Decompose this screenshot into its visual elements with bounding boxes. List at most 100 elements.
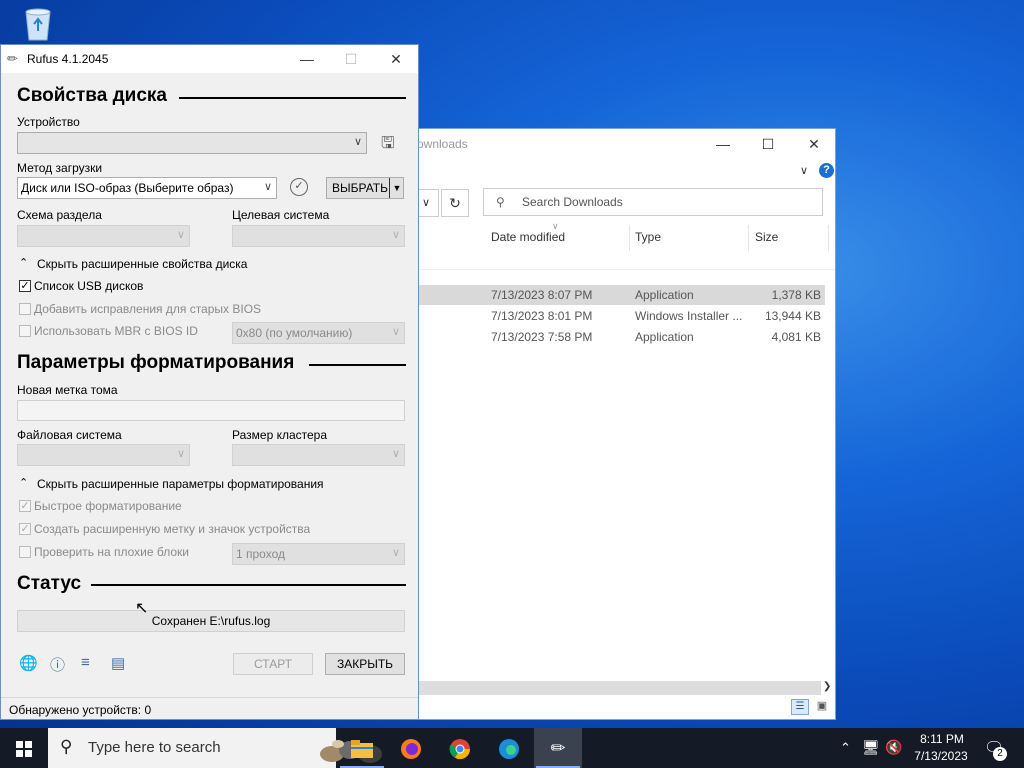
minimize-icon[interactable]: — [709, 130, 737, 158]
partition-scheme-dropdown[interactable]: ∨ [17, 225, 190, 247]
target-system-label: Целевая система [232, 208, 330, 222]
taskbar-search-box[interactable]: ⚲ Type here to search [48, 728, 382, 768]
notification-count-badge: 2 [993, 747, 1007, 761]
taskbar: ⚲ Type here to search ✏ ⌃ 🖥 🔇 8:11 PM 7/… [0, 728, 1024, 768]
close-button-label: ЗАКРЫТЬ [336, 657, 394, 671]
minimize-icon[interactable]: — [293, 45, 321, 73]
scroll-right-icon[interactable]: ❯ [823, 681, 831, 692]
header-divider [409, 269, 835, 270]
select-dropdown-icon[interactable]: ▼ [389, 178, 404, 198]
extended-label-checkbox[interactable]: ✓ [19, 523, 31, 535]
usb-drive-icon: ✏ [7, 51, 18, 66]
list-usb-label: Список USB дисков [34, 279, 144, 293]
refresh-icon[interactable]: ↻ [441, 189, 469, 217]
rufus-taskbar-icon[interactable]: ✏ [534, 728, 582, 768]
search-icon: ⚲ [60, 737, 73, 756]
recycle-bin-icon[interactable] [20, 6, 56, 42]
edge-icon[interactable] [485, 728, 533, 768]
column-date-modified[interactable]: Date modified [491, 230, 565, 244]
file-explorer-window[interactable]: ownloads — ☐ ✕ ∨ ? ∨ ↻ ⚲ Search Download… [408, 128, 836, 720]
use-mbr-label: Использовать MBR с BIOS ID [34, 324, 198, 338]
close-icon[interactable]: ✕ [800, 130, 828, 158]
details-view-icon[interactable]: ☰ [791, 699, 809, 715]
boot-selection-dropdown[interactable]: Диск или ISO-образ (Выберите образ) ∨ [17, 177, 277, 199]
chevron-down-icon: ∨ [176, 448, 185, 460]
chevron-up-icon[interactable]: ⌃ [19, 256, 28, 269]
file-row[interactable]: 7/13/2023 8:07 PM Application 1,378 KB [409, 285, 825, 305]
device-dropdown[interactable]: ∨ [17, 132, 367, 154]
help-icon[interactable]: ? [819, 163, 834, 178]
cluster-size-label: Размер кластера [232, 428, 328, 442]
chevron-up-icon[interactable]: ⌃ [19, 476, 28, 489]
quick-format-checkbox[interactable]: ✓ [19, 500, 31, 512]
search-icon: ⚲ [496, 195, 505, 209]
horizontal-scrollbar[interactable] [409, 681, 821, 695]
column-type[interactable]: Type [635, 230, 661, 244]
title-bar[interactable]: ✏ Rufus 4.1.2045 — ☐ ✕ [1, 45, 418, 73]
format-options-heading: Параметры форматирования [17, 352, 295, 373]
clock-date[interactable]: 7/13/2023 [910, 749, 972, 763]
file-row[interactable]: 7/13/2023 8:01 PM Windows Installer ... … [409, 306, 825, 326]
file-explorer-icon[interactable] [338, 728, 386, 768]
clock-time[interactable]: 8:11 PM [916, 732, 968, 746]
file-date: 7/13/2023 8:07 PM [491, 288, 593, 302]
chevron-down-icon: ∨ [353, 136, 362, 148]
mbr-bios-id-dropdown[interactable]: 0x80 (по умолчанию) ∨ [232, 322, 405, 344]
target-system-dropdown[interactable]: ∨ [232, 225, 405, 247]
settings-icon[interactable]: ≡ [81, 654, 90, 671]
status-heading: Статус [17, 573, 82, 594]
file-type: Application [635, 288, 694, 302]
file-type: Application [635, 330, 694, 344]
file-size: 13,944 KB [764, 309, 821, 323]
log-icon[interactable]: ▤ [111, 654, 125, 672]
file-system-label: Файловая система [17, 428, 122, 442]
chevron-down-icon: ∨ [391, 547, 400, 559]
mouse-cursor-icon: ↖ [135, 600, 149, 617]
chevron-down-icon[interactable]: ∨ [790, 157, 818, 185]
select-button-label: ВЫБРАТЬ [332, 181, 388, 195]
column-size[interactable]: Size [755, 230, 778, 244]
column-divider[interactable] [828, 225, 829, 251]
file-row[interactable]: 7/13/2023 7:58 PM Application 4,081 KB [409, 327, 825, 347]
search-placeholder: Search Downloads [522, 195, 623, 209]
volume-label-input[interactable] [17, 400, 405, 421]
device-label: Устройство [17, 115, 80, 129]
old-bios-checkbox[interactable] [19, 303, 31, 315]
start-button[interactable]: СТАРТ [233, 653, 313, 675]
hide-drive-advanced-toggle[interactable]: Скрыть расширенные свойства диска [37, 257, 247, 271]
volume-muted-icon[interactable]: 🔇 [885, 739, 902, 756]
chrome-icon[interactable] [436, 728, 484, 768]
save-icon[interactable]: 🖫 [381, 132, 395, 159]
close-button[interactable]: ЗАКРЫТЬ [325, 653, 405, 675]
boot-selection-value: Диск или ISO-образ (Выберите образ) [21, 181, 234, 195]
select-button[interactable]: ВЫБРАТЬ ▼ [326, 177, 404, 199]
column-divider[interactable] [629, 225, 630, 251]
show-hidden-icons-chevron-icon[interactable]: ⌃ [840, 740, 851, 756]
cluster-size-dropdown[interactable]: ∨ [232, 444, 405, 466]
list-usb-checkbox[interactable]: ✓ [19, 280, 31, 292]
quick-format-label: Быстрое форматирование [34, 499, 182, 513]
section-divider [309, 364, 406, 366]
passes-dropdown[interactable]: 1 проход ∨ [232, 543, 405, 565]
file-type: Windows Installer ... [635, 309, 743, 323]
bad-blocks-label: Проверить на плохие блоки [34, 545, 189, 559]
close-icon[interactable]: ✕ [382, 45, 410, 73]
column-divider[interactable] [748, 225, 749, 251]
drive-properties-heading: Свойства диска [17, 85, 167, 106]
hide-format-advanced-toggle[interactable]: Скрыть расширенные параметры форматирова… [37, 477, 324, 491]
maximize-icon[interactable]: ☐ [754, 130, 782, 158]
large-icons-view-icon[interactable]: ▣ [813, 699, 831, 715]
file-system-dropdown[interactable]: ∨ [17, 444, 190, 466]
bad-blocks-checkbox[interactable] [19, 546, 31, 558]
rufus-window[interactable]: ✏ Rufus 4.1.2045 — ☐ ✕ Свойства диска Ус… [0, 44, 419, 720]
info-icon[interactable]: ⓘ [50, 654, 65, 675]
use-mbr-checkbox[interactable] [19, 325, 31, 337]
firefox-icon[interactable] [387, 728, 435, 768]
search-input[interactable]: ⚲ Search Downloads [483, 188, 823, 216]
checksum-icon[interactable]: ✓ [290, 178, 308, 196]
mbr-bios-id-value: 0x80 (по умолчанию) [236, 326, 353, 340]
network-icon[interactable]: 🖥 [862, 739, 880, 756]
windows-start-icon[interactable] [0, 728, 48, 768]
language-icon[interactable]: 🌐 [19, 654, 38, 672]
boot-selection-label: Метод загрузки [17, 161, 103, 175]
